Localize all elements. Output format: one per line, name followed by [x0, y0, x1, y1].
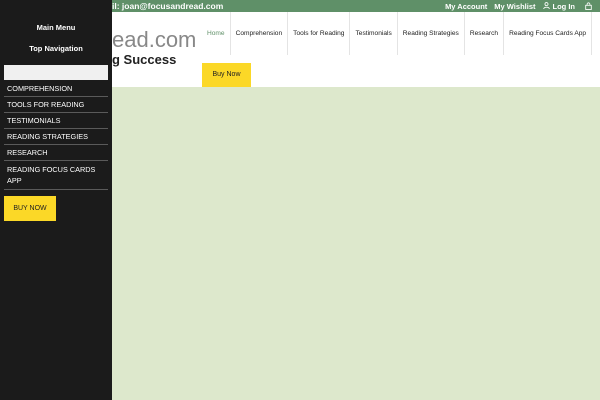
sidebar-item-reading-strategies[interactable]: READING STRATEGIES	[4, 129, 108, 145]
sidebar-item-comprehension[interactable]: COMPREHENSION	[4, 81, 108, 97]
sidebar-menu-list: COMPREHENSION TOOLS FOR READING TESTIMON…	[4, 81, 108, 190]
sidebar-item-reading-focus-cards-app[interactable]: READING FOCUS CARDS APP	[4, 161, 108, 190]
site-tagline: g Success	[112, 52, 177, 67]
main-navigation: Home Comprehension Tools for Reading Tes…	[202, 12, 593, 55]
main-content-area	[112, 87, 600, 400]
menu-search-input[interactable]	[4, 65, 108, 80]
contact-email[interactable]: il: joan@focusandread.com	[112, 0, 223, 12]
site-logo-text[interactable]: ead.com	[112, 26, 196, 54]
buy-now-button[interactable]: Buy Now	[202, 63, 251, 87]
offcanvas-menu: Main Menu Top Navigation COMPREHENSION T…	[0, 0, 112, 400]
sidebar-buy-now-button[interactable]: BUY NOW	[4, 196, 56, 221]
login-link[interactable]: Log In	[542, 1, 576, 11]
nav-tools-for-reading[interactable]: Tools for Reading	[288, 12, 351, 55]
nav-reading-focus-cards-app[interactable]: Reading Focus Cards App	[504, 12, 593, 55]
nav-home[interactable]: Home	[202, 12, 231, 55]
nav-comprehension[interactable]: Comprehension	[231, 12, 289, 55]
user-icon	[542, 1, 550, 11]
sidebar-item-tools-for-reading[interactable]: TOOLS FOR READING	[4, 97, 108, 113]
main-menu-title: Main Menu	[36, 23, 76, 32]
sidebar-item-research[interactable]: RESEARCH	[4, 145, 108, 161]
account-links: My Account My Wishlist Log In	[445, 0, 600, 12]
nav-research[interactable]: Research	[465, 12, 505, 55]
nav-reading-strategies[interactable]: Reading Strategies	[398, 12, 465, 55]
sidebar-item-testimonials[interactable]: TESTIMONIALS	[4, 113, 108, 129]
my-account-link[interactable]: My Account	[445, 2, 487, 11]
lock-icon[interactable]	[585, 2, 592, 10]
my-wishlist-link[interactable]: My Wishlist	[494, 2, 535, 11]
top-navigation-title: Top Navigation	[29, 44, 83, 53]
nav-testimonials[interactable]: Testimonials	[350, 12, 398, 55]
login-label: Log In	[552, 1, 576, 11]
